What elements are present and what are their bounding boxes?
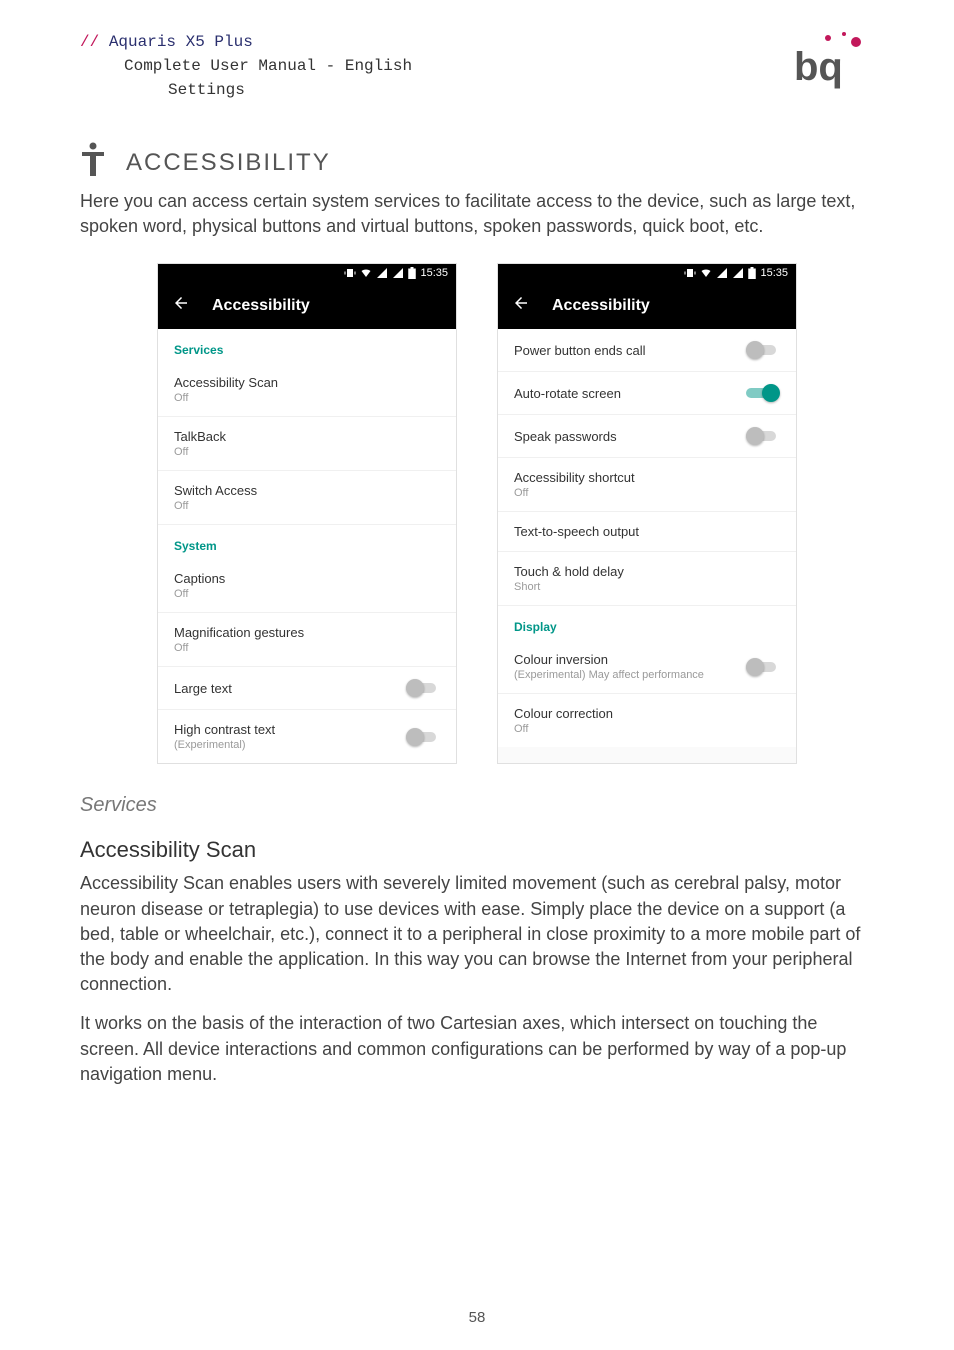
row-label: Colour correction: [514, 706, 613, 721]
document-header: // Aquaris X5 Plus Complete User Manual …: [80, 30, 874, 102]
bq-logo: bq: [794, 30, 874, 90]
page-number: 58: [0, 1309, 954, 1326]
row-label: Speak passwords: [514, 429, 617, 444]
row-label: Auto-rotate screen: [514, 386, 621, 401]
toggle-colour-inversion[interactable]: [746, 658, 780, 676]
status-time: 15:35: [420, 267, 448, 279]
row-accessibility-shortcut[interactable]: Accessibility shortcut Off: [498, 458, 796, 512]
row-auto-rotate[interactable]: Auto-rotate screen: [498, 372, 796, 415]
row-sub: Off: [514, 723, 613, 735]
row-sub: Off: [174, 392, 278, 404]
row-label: Accessibility Scan: [174, 375, 278, 390]
screenshot-left: 15:35 Accessibility Services Accessibili…: [157, 263, 457, 764]
vibrate-icon: [344, 267, 356, 279]
app-bar: Accessibility: [498, 282, 796, 329]
row-label: Captions: [174, 571, 225, 586]
back-icon[interactable]: [512, 294, 530, 317]
row-colour-inversion[interactable]: Colour inversion (Experimental) May affe…: [498, 640, 796, 694]
paragraph: Accessibility Scan enables users with se…: [80, 871, 874, 997]
row-label: Touch & hold delay: [514, 564, 624, 579]
doc-crumb: Settings: [168, 81, 245, 99]
row-label: Text-to-speech output: [514, 524, 639, 539]
row-label: Switch Access: [174, 483, 257, 498]
row-tts[interactable]: Text-to-speech output: [498, 512, 796, 552]
status-bar: 15:35: [498, 264, 796, 282]
row-colour-correction[interactable]: Colour correction Off: [498, 694, 796, 747]
toggle-power-button[interactable]: [746, 341, 780, 359]
row-power-button[interactable]: Power button ends call: [498, 329, 796, 372]
row-label: Power button ends call: [514, 343, 646, 358]
heading-services: Services: [80, 794, 874, 817]
screenshots-row: 15:35 Accessibility Services Accessibili…: [80, 263, 874, 764]
row-sub: Off: [174, 588, 225, 600]
signal-icon: [392, 267, 404, 279]
breadcrumb: // Aquaris X5 Plus Complete User Manual …: [80, 30, 412, 102]
row-label: High contrast text: [174, 722, 275, 737]
toggle-high-contrast[interactable]: [406, 728, 440, 746]
app-bar: Accessibility: [158, 282, 456, 329]
appbar-title: Accessibility: [212, 297, 310, 315]
toggle-auto-rotate[interactable]: [746, 384, 780, 402]
status-time: 15:35: [760, 267, 788, 279]
signal-icon: [376, 267, 388, 279]
row-switch-access[interactable]: Switch Access Off: [158, 471, 456, 525]
signal-icon: [716, 267, 728, 279]
subheader-services: Services: [158, 329, 456, 363]
row-sub: Off: [174, 446, 226, 458]
toggle-large-text[interactable]: [406, 679, 440, 697]
row-magnification[interactable]: Magnification gestures Off: [158, 613, 456, 667]
slashes: //: [80, 33, 99, 51]
row-talkback[interactable]: TalkBack Off: [158, 417, 456, 471]
row-label: Magnification gestures: [174, 625, 304, 640]
back-icon[interactable]: [172, 294, 190, 317]
paragraph: It works on the basis of the interaction…: [80, 1011, 874, 1087]
row-large-text[interactable]: Large text: [158, 667, 456, 710]
appbar-title: Accessibility: [552, 297, 650, 315]
svg-text:bq: bq: [794, 45, 843, 89]
toggle-speak-passwords[interactable]: [746, 427, 780, 445]
heading-accessibility-scan: Accessibility Scan: [80, 837, 874, 863]
row-touch-hold[interactable]: Touch & hold delay Short: [498, 552, 796, 606]
status-bar: 15:35: [158, 264, 456, 282]
subheader-system: System: [158, 525, 456, 559]
doc-subtitle: Complete User Manual - English: [124, 57, 412, 75]
wifi-icon: [700, 267, 712, 279]
row-label: Colour inversion: [514, 652, 704, 667]
wifi-icon: [360, 267, 372, 279]
row-accessibility-scan[interactable]: Accessibility Scan Off: [158, 363, 456, 417]
section-title: ACCESSIBILITY: [126, 149, 331, 177]
battery-icon: [408, 267, 416, 279]
signal-icon: [732, 267, 744, 279]
row-captions[interactable]: Captions Off: [158, 559, 456, 613]
row-sub: Off: [514, 487, 635, 499]
accessibility-icon: [80, 142, 108, 183]
row-sub: (Experimental) May affect performance: [514, 669, 704, 681]
subheader-display: Display: [498, 606, 796, 640]
screenshot-right: 15:35 Accessibility Power button ends ca…: [497, 263, 797, 764]
vibrate-icon: [684, 267, 696, 279]
row-label: TalkBack: [174, 429, 226, 444]
row-sub: Short: [514, 581, 624, 593]
row-high-contrast[interactable]: High contrast text (Experimental): [158, 710, 456, 763]
product-name: Aquaris X5 Plus: [109, 33, 253, 51]
row-label: Accessibility shortcut: [514, 470, 635, 485]
row-speak-passwords[interactable]: Speak passwords: [498, 415, 796, 458]
row-label: Large text: [174, 681, 232, 696]
battery-icon: [748, 267, 756, 279]
row-sub: (Experimental): [174, 739, 275, 751]
section-intro: Here you can access certain system servi…: [80, 189, 874, 239]
row-sub: Off: [174, 500, 257, 512]
row-sub: Off: [174, 642, 304, 654]
